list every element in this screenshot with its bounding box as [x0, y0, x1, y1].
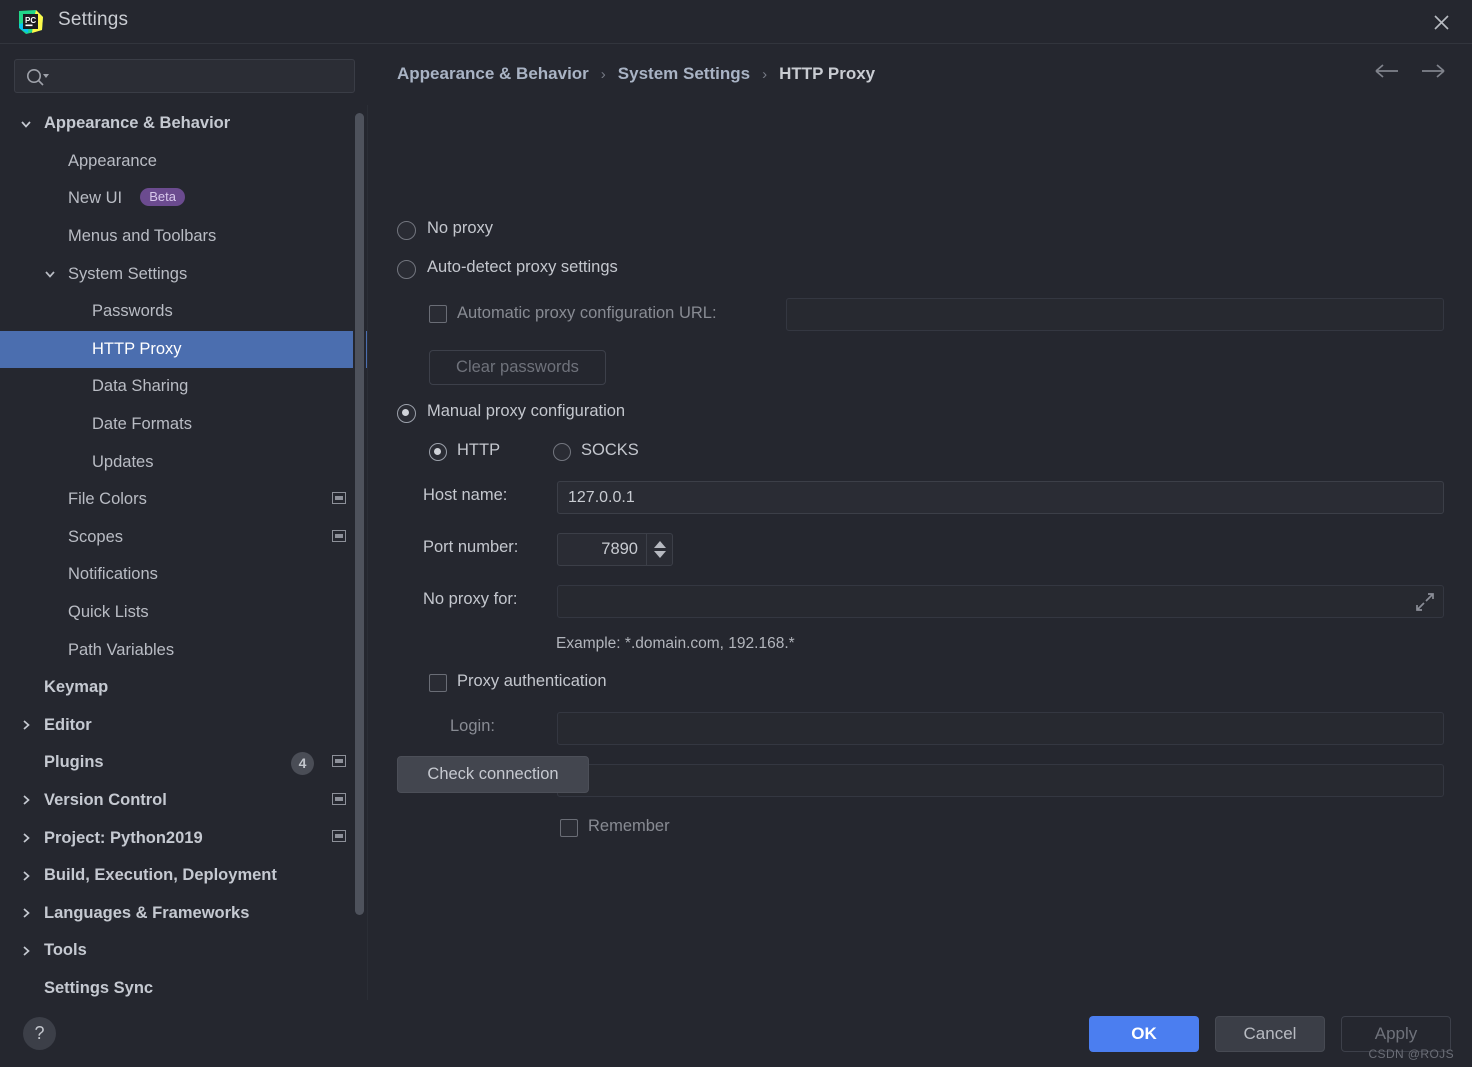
label-no-proxy[interactable]: No proxy: [427, 219, 493, 238]
search-icon: [25, 67, 51, 92]
label-http[interactable]: HTTP: [457, 441, 500, 460]
label-no-proxy-for: No proxy for:: [423, 590, 518, 608]
label-port-number: Port number:: [423, 538, 519, 556]
label-auto-detect[interactable]: Auto-detect proxy settings: [427, 258, 618, 277]
search-input[interactable]: [59, 60, 349, 92]
watermark: CSDN @ROJS: [1368, 1047, 1454, 1061]
breadcrumb: Appearance & Behavior › System Settings …: [397, 64, 875, 84]
login-input[interactable]: [557, 712, 1444, 745]
clear-passwords-label: Clear passwords: [456, 358, 579, 376]
example-text: Example: *.domain.com, 192.168.*: [556, 635, 795, 652]
chevron-down-icon[interactable]: [653, 551, 666, 558]
pycharm-logo-icon: PC: [16, 8, 46, 36]
navigation-arrows: [1374, 62, 1446, 85]
label-socks[interactable]: SOCKS: [581, 441, 639, 460]
port-number-input[interactable]: [558, 534, 646, 565]
check-connection-button[interactable]: Check connection: [397, 756, 589, 793]
chevron-up-icon[interactable]: [653, 541, 666, 548]
help-icon[interactable]: ?: [23, 1017, 56, 1050]
breadcrumb-item-http-proxy: HTTP Proxy: [779, 64, 876, 83]
label-login: Login:: [450, 717, 495, 735]
arrow-left-icon[interactable]: [1374, 62, 1401, 85]
password-input[interactable]: [557, 764, 1444, 797]
checkbox-remember[interactable]: [560, 819, 578, 837]
cancel-button[interactable]: Cancel: [1215, 1016, 1325, 1052]
label-host-name: Host name:: [423, 486, 508, 504]
no-proxy-for-input[interactable]: [557, 585, 1444, 618]
radio-http[interactable]: [429, 443, 447, 461]
radio-auto-detect[interactable]: [397, 260, 416, 279]
port-spin-buttons[interactable]: [646, 534, 672, 565]
arrow-right-icon[interactable]: [1419, 62, 1446, 85]
port-number-stepper[interactable]: [557, 533, 673, 566]
auto-proxy-url-input[interactable]: [786, 298, 1444, 331]
ok-button[interactable]: OK: [1089, 1016, 1199, 1052]
radio-socks[interactable]: [553, 443, 571, 461]
check-connection-label: Check connection: [427, 765, 559, 783]
settings-dialog: PC Settings Appearance & Behavior Appeara…: [0, 0, 1472, 1067]
label-manual-proxy[interactable]: Manual proxy configuration: [427, 402, 625, 421]
breadcrumb-item-system-settings[interactable]: System Settings: [618, 64, 750, 84]
dialog-footer: ? OK Cancel Apply CSDN @ROJS: [0, 1000, 1472, 1067]
checkbox-proxy-authentication[interactable]: [429, 674, 447, 692]
breadcrumb-item-appearance[interactable]: Appearance & Behavior: [397, 64, 589, 84]
radio-manual-proxy[interactable]: [397, 404, 416, 423]
search-box[interactable]: [14, 59, 355, 93]
label-remember[interactable]: Remember: [588, 817, 670, 836]
http-proxy-panel: No proxy Auto-detect proxy settings Auto…: [0, 100, 1472, 1000]
close-icon[interactable]: [1424, 6, 1458, 38]
title-bar: PC Settings: [0, 0, 1472, 44]
breadcrumb-separator-icon: ›: [762, 65, 768, 83]
radio-no-proxy[interactable]: [397, 221, 416, 240]
label-auto-proxy-url: Automatic proxy configuration URL:: [457, 304, 717, 322]
expand-icon[interactable]: [1414, 591, 1436, 618]
host-name-input[interactable]: [557, 481, 1444, 514]
svg-text:PC: PC: [25, 16, 36, 25]
breadcrumb-separator-icon: ›: [600, 65, 606, 83]
window-title: Settings: [58, 9, 129, 30]
clear-passwords-button[interactable]: Clear passwords: [429, 350, 606, 385]
checkbox-auto-proxy-url[interactable]: [429, 305, 447, 323]
label-proxy-authentication[interactable]: Proxy authentication: [457, 672, 607, 691]
